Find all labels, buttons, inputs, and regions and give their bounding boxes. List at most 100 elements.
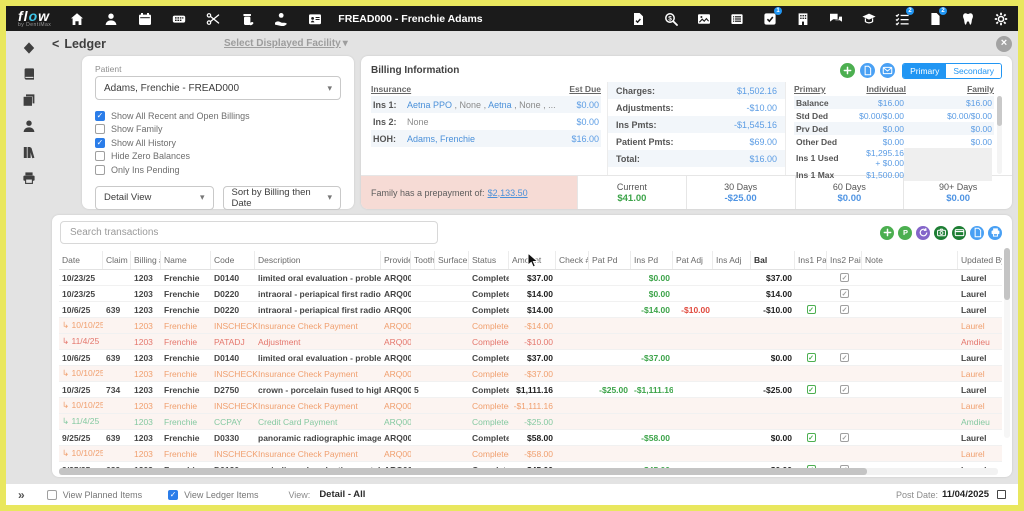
view-planned-checkbox[interactable] xyxy=(47,490,57,500)
close-button[interactable]: × xyxy=(996,36,1012,52)
ins2-paid-checkbox[interactable]: ✓ xyxy=(840,353,849,362)
back-chevron-icon[interactable]: < xyxy=(52,37,59,51)
secondary-toggle[interactable]: Secondary xyxy=(946,64,1001,78)
print-icon[interactable] xyxy=(22,171,37,186)
adjustment-button[interactable] xyxy=(916,226,930,240)
ledger-books-icon[interactable] xyxy=(22,145,37,160)
detail-view-select[interactable]: Detail View ▾ xyxy=(95,186,214,210)
insurance-link[interactable]: Aetna PPO xyxy=(407,100,452,110)
table-row[interactable]: 10/6/256391203FrenchieD0220intraoral - p… xyxy=(59,302,1002,318)
claims-icon[interactable] xyxy=(630,11,645,26)
column-header-date[interactable]: Date xyxy=(59,251,103,269)
table-row[interactable]: ↳ 10/10/251203FrenchieINSCHECKInsurance … xyxy=(59,318,1002,334)
table-row[interactable]: ↳ 10/10/251203FrenchieINSCHECKInsurance … xyxy=(59,398,1002,414)
table-row[interactable]: ↳ 11/4/251203FrenchieCCPAYCredit Card Pa… xyxy=(59,414,1002,430)
ins2-paid-checkbox[interactable]: ✓ xyxy=(840,305,849,314)
table-row[interactable]: ↳ 10/10/251203FrenchieINSCHECKInsurance … xyxy=(59,366,1002,382)
ins1-paid-checkbox[interactable]: ✓ xyxy=(807,305,816,314)
prepayment-amount-link[interactable]: $2,133.50 xyxy=(488,188,528,198)
view-ledger-checkbox[interactable]: ✓ xyxy=(168,490,178,500)
horizontal-scrollbar[interactable] xyxy=(59,468,998,475)
copy-icon[interactable] xyxy=(22,93,37,108)
ins2-paid-checkbox[interactable]: ✓ xyxy=(840,385,849,394)
collapse-chevrons[interactable]: » xyxy=(18,488,25,502)
payment-button[interactable]: P xyxy=(898,226,912,240)
payments-icon[interactable] xyxy=(273,11,288,26)
column-header-bal[interactable]: Bal xyxy=(751,251,795,269)
filter-checkbox[interactable] xyxy=(95,124,105,134)
home-icon[interactable] xyxy=(69,11,84,26)
table-row[interactable]: ↳ 11/4/251203FrenchiePATADJAdjustmentARQ… xyxy=(59,334,1002,350)
add-payment-button[interactable] xyxy=(840,63,855,78)
column-header-description[interactable]: Description xyxy=(255,251,381,269)
tooth-icon[interactable] xyxy=(960,11,975,26)
scrollbar-thumb[interactable] xyxy=(1004,248,1010,300)
ins2-paid-checkbox[interactable]: ✓ xyxy=(840,289,849,298)
column-header-ins_adj[interactable]: Ins Adj xyxy=(713,251,751,269)
ins2-paid-checkbox[interactable]: ✓ xyxy=(840,273,849,282)
patient-card-icon[interactable] xyxy=(307,11,322,26)
ins1-paid-checkbox[interactable]: ✓ xyxy=(807,433,816,442)
statement-button[interactable] xyxy=(860,63,875,78)
procedures-icon[interactable] xyxy=(205,11,220,26)
document-button[interactable] xyxy=(970,226,984,240)
column-header-status[interactable]: Status xyxy=(469,251,509,269)
vertical-scrollbar[interactable] xyxy=(1004,248,1010,438)
column-header-pat_pd[interactable]: Pat Pd xyxy=(589,251,631,269)
ins1-paid-checkbox[interactable]: ✓ xyxy=(807,385,816,394)
table-row[interactable]: 10/3/257341203FrenchieD2750crown - porce… xyxy=(59,382,1002,398)
column-header-note[interactable]: Note xyxy=(862,251,958,269)
column-header-ins_pd[interactable]: Ins Pd xyxy=(631,251,673,269)
column-header-claim[interactable]: Claim # xyxy=(103,251,131,269)
filter-checkbox[interactable]: ✓ xyxy=(95,138,105,148)
column-header-name[interactable]: Name xyxy=(161,251,211,269)
column-header-ins2_paid[interactable]: Ins2 Paid xyxy=(827,251,862,269)
diamond-icon[interactable] xyxy=(22,41,37,56)
add-transaction-button[interactable] xyxy=(880,226,894,240)
table-row[interactable]: 9/25/256391203FrenchieD0330panoramic rad… xyxy=(59,430,1002,446)
camera-button[interactable] xyxy=(934,226,948,240)
insurance-link[interactable]: Adams, Frenchie xyxy=(407,134,475,144)
table-row[interactable]: 10/23/251203FrenchieD0220intraoral - per… xyxy=(59,286,1002,302)
documents-icon[interactable]: 2 xyxy=(927,11,942,26)
column-header-ins1_paid[interactable]: Ins1 Paid xyxy=(795,251,827,269)
reports-list-icon[interactable] xyxy=(729,11,744,26)
filter-checkbox[interactable] xyxy=(95,151,105,161)
insurance-link[interactable]: Aetna xyxy=(488,100,512,110)
messages-icon[interactable] xyxy=(828,11,843,26)
prescriptions-icon[interactable] xyxy=(239,11,254,26)
email-statement-button[interactable] xyxy=(880,63,895,78)
table-row[interactable]: ↳ 10/10/251203FrenchieINSCHECKInsurance … xyxy=(59,446,1002,462)
patient-icon[interactable] xyxy=(103,11,118,26)
select-facility-link[interactable]: Select Displayed Facility▾ xyxy=(224,38,348,49)
column-header-provider[interactable]: Provider xyxy=(381,251,411,269)
imaging-icon[interactable] xyxy=(696,11,711,26)
table-row[interactable]: 10/6/256391203FrenchieD0140limited oral … xyxy=(59,350,1002,366)
calendar-picker-icon[interactable] xyxy=(997,490,1006,499)
education-icon[interactable] xyxy=(861,11,876,26)
search-input[interactable] xyxy=(60,221,438,244)
filter-checkbox[interactable]: ✓ xyxy=(95,111,105,121)
card-payment-button[interactable] xyxy=(952,226,966,240)
filter-checkbox[interactable] xyxy=(95,165,105,175)
ins2-paid-checkbox[interactable]: ✓ xyxy=(840,433,849,442)
patient-select[interactable]: Adams, Frenchie - FREAD000 ▾ xyxy=(95,76,341,100)
print-button[interactable] xyxy=(988,226,1002,240)
column-header-updated_by[interactable]: Updated By xyxy=(958,251,1002,269)
column-header-amount[interactable]: Amount xyxy=(509,251,556,269)
schedule-icon[interactable] xyxy=(137,11,152,26)
dentition-icon[interactable] xyxy=(171,11,186,26)
ins1-paid-checkbox[interactable]: ✓ xyxy=(807,353,816,362)
primary-toggle[interactable]: Primary xyxy=(903,64,946,78)
notes-icon[interactable] xyxy=(22,67,37,82)
sort-select[interactable]: Sort by Billing then Date ▾ xyxy=(223,186,342,210)
column-header-surface[interactable]: Surface xyxy=(435,251,469,269)
tasks-icon[interactable]: 1 xyxy=(762,11,777,26)
column-header-check[interactable]: Check # xyxy=(556,251,589,269)
scrollbar-thumb[interactable] xyxy=(59,468,867,475)
fee-search-icon[interactable]: $ xyxy=(663,11,678,26)
facility-icon[interactable] xyxy=(795,11,810,26)
settings-icon[interactable] xyxy=(993,11,1008,26)
checklist-icon[interactable]: 2 xyxy=(894,11,909,26)
patient-info-icon[interactable] xyxy=(22,119,37,134)
